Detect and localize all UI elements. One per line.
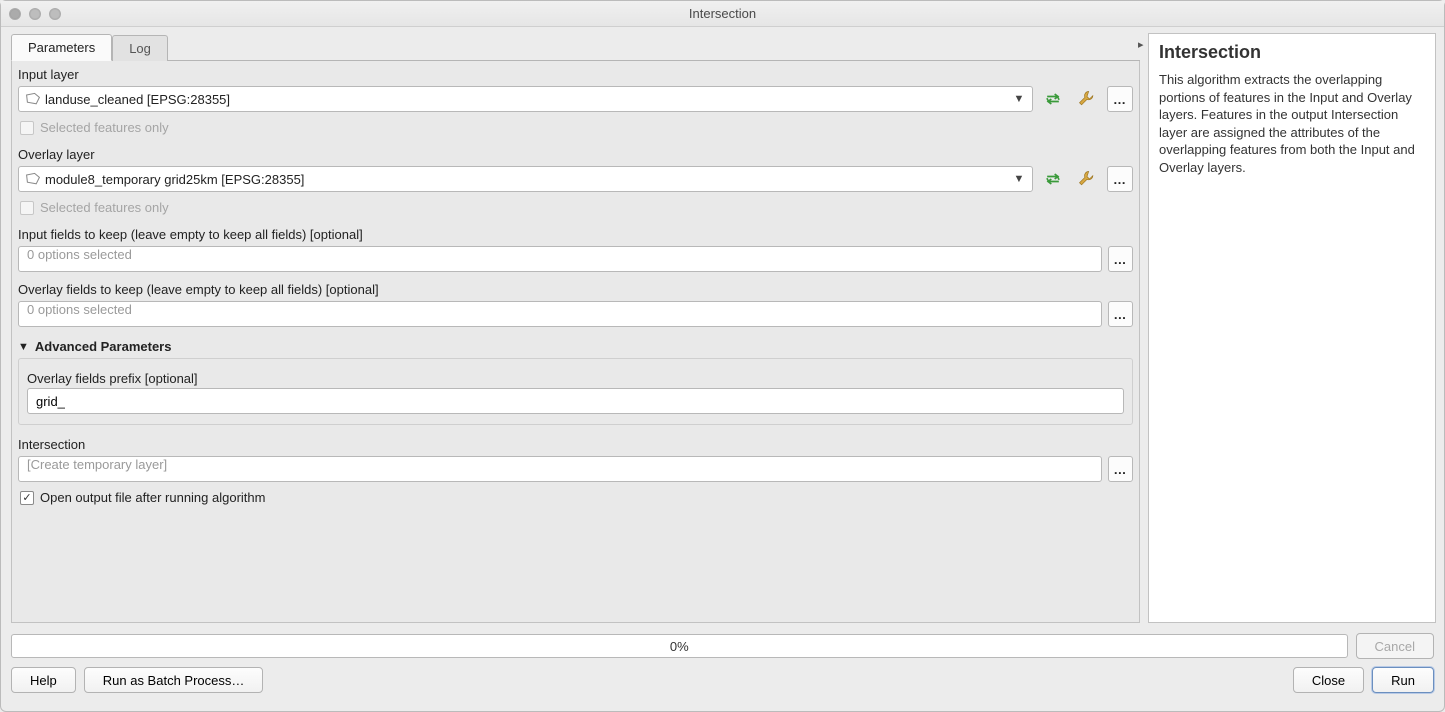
overlay-layer-browse-button[interactable]: … <box>1107 166 1133 192</box>
chevron-down-icon: ▼ <box>1010 93 1028 105</box>
overlay-fields-browse-button[interactable]: … <box>1108 301 1133 327</box>
polygon-layer-icon <box>25 92 41 106</box>
run-button-label: Run <box>1391 673 1415 688</box>
input-fields-placeholder: 0 options selected <box>27 247 132 262</box>
loop-icon <box>1043 90 1063 108</box>
input-selected-only-row: Selected features only <box>12 116 1139 141</box>
run-batch-button[interactable]: Run as Batch Process… <box>84 667 264 693</box>
iterate-features-button-overlay[interactable] <box>1039 166 1067 192</box>
intersection-output-placeholder: [Create temporary layer] <box>27 457 167 472</box>
ellipsis-icon: … <box>1113 462 1127 477</box>
help-panel: Intersection This algorithm extracts the… <box>1148 33 1436 623</box>
progress-text: 0% <box>670 639 689 654</box>
open-output-checkbox[interactable] <box>20 491 34 505</box>
input-fields-select[interactable]: 0 options selected <box>18 246 1102 272</box>
tab-parameters[interactable]: Parameters <box>11 34 112 61</box>
overlay-layer-combo[interactable]: module8_temporary grid25km [EPSG:28355] … <box>18 166 1033 192</box>
advanced-options-button-overlay[interactable] <box>1073 166 1101 192</box>
run-button[interactable]: Run <box>1372 667 1434 693</box>
wrench-icon <box>1077 89 1097 109</box>
close-button[interactable]: Close <box>1293 667 1364 693</box>
cancel-button: Cancel <box>1356 633 1434 659</box>
footer: 0% Cancel Help Run as Batch Process… Clo… <box>1 627 1444 703</box>
open-output-row[interactable]: Open output file after running algorithm <box>12 486 1139 511</box>
help-title: Intersection <box>1159 42 1425 63</box>
input-selected-only-label: Selected features only <box>40 120 169 135</box>
help-body: This algorithm extracts the overlapping … <box>1159 71 1425 176</box>
ellipsis-icon: … <box>1113 252 1127 267</box>
input-layer-combo[interactable]: landuse_cleaned [EPSG:28355] ▼ <box>18 86 1033 112</box>
ellipsis-icon: … <box>1113 92 1127 107</box>
help-button-label: Help <box>30 673 57 688</box>
input-layer-value: landuse_cleaned [EPSG:28355] <box>41 92 1010 107</box>
overlay-selected-only-label: Selected features only <box>40 200 169 215</box>
overlay-fields-select[interactable]: 0 options selected <box>18 301 1102 327</box>
help-button[interactable]: Help <box>11 667 76 693</box>
advanced-parameters-label: Advanced Parameters <box>35 339 172 354</box>
loop-icon <box>1043 170 1063 188</box>
input-fields-browse-button[interactable]: … <box>1108 246 1133 272</box>
advanced-options-button[interactable] <box>1073 86 1101 112</box>
input-selected-only-checkbox <box>20 121 34 135</box>
advanced-parameters-box: Overlay fields prefix [optional] <box>18 358 1133 425</box>
tab-log-label: Log <box>129 41 151 56</box>
progress-bar: 0% <box>11 634 1348 658</box>
intersection-output-label: Intersection <box>12 431 1139 454</box>
input-layer-browse-button[interactable]: … <box>1107 86 1133 112</box>
input-fields-label: Input fields to keep (leave empty to kee… <box>12 221 1139 244</box>
overlay-prefix-label: Overlay fields prefix [optional] <box>27 365 1124 388</box>
overlay-layer-label: Overlay layer <box>12 141 1139 164</box>
caret-down-icon: ▼ <box>18 341 29 353</box>
intersection-output-browse-button[interactable]: … <box>1108 456 1133 482</box>
open-output-label: Open output file after running algorithm <box>40 490 265 505</box>
parameters-panel: Input layer landuse_cleaned [EPSG:28355]… <box>11 61 1140 623</box>
wrench-icon <box>1077 169 1097 189</box>
close-button-label: Close <box>1312 673 1345 688</box>
panel-expand-caret-icon[interactable]: ▸ <box>1138 38 1144 51</box>
ellipsis-icon: … <box>1113 307 1127 322</box>
titlebar: Intersection <box>1 1 1444 27</box>
chevron-down-icon: ▼ <box>1010 173 1028 185</box>
input-layer-label: Input layer <box>12 61 1139 84</box>
tab-log[interactable]: Log <box>112 35 168 61</box>
overlay-prefix-input[interactable] <box>27 388 1124 414</box>
tab-parameters-label: Parameters <box>28 40 95 55</box>
ellipsis-icon: … <box>1113 172 1127 187</box>
polygon-layer-icon <box>25 172 41 186</box>
overlay-fields-label: Overlay fields to keep (leave empty to k… <box>12 276 1139 299</box>
window-title: Intersection <box>1 6 1444 21</box>
intersection-output-input[interactable]: [Create temporary layer] <box>18 456 1102 482</box>
cancel-button-label: Cancel <box>1375 639 1415 654</box>
overlay-selected-only-checkbox <box>20 201 34 215</box>
tabs: Parameters Log <box>11 33 1140 61</box>
iterate-features-button[interactable] <box>1039 86 1067 112</box>
overlay-fields-placeholder: 0 options selected <box>27 302 132 317</box>
advanced-parameters-toggle[interactable]: ▼ Advanced Parameters <box>12 331 1139 358</box>
overlay-layer-value: module8_temporary grid25km [EPSG:28355] <box>41 172 1010 187</box>
run-batch-label: Run as Batch Process… <box>103 673 245 688</box>
overlay-selected-only-row: Selected features only <box>12 196 1139 221</box>
